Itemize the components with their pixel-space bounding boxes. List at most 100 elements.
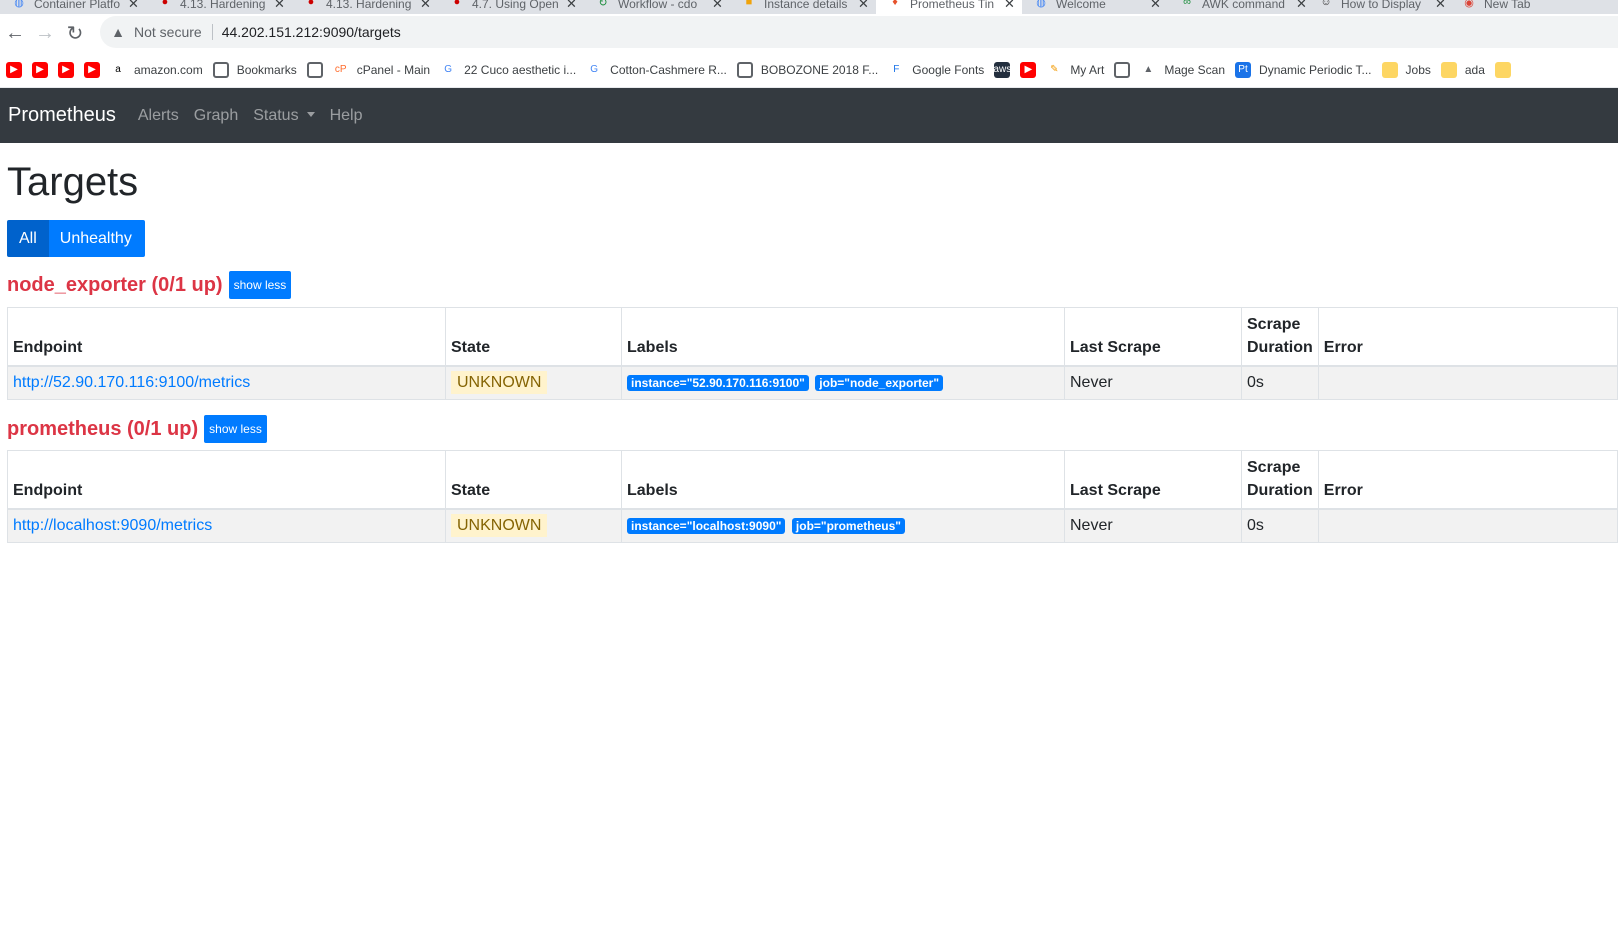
tab-title: Welcome (1056, 0, 1106, 11)
bookmark-label: My Art (1070, 62, 1105, 77)
bookmark-item[interactable]: ▶ (6, 58, 22, 82)
filter-all-button[interactable]: All (7, 220, 49, 257)
google-icon: G (590, 64, 599, 75)
browser-tab-active[interactable]: ♦ Prometheus Tin ✕ (876, 0, 1022, 14)
close-icon[interactable]: ✕ (1296, 0, 1307, 11)
close-icon[interactable]: ✕ (858, 0, 869, 11)
browser-tab[interactable]: ■ Instance details ✕ (730, 0, 876, 14)
scrape-duration-cell: 0s (1241, 508, 1319, 543)
close-icon[interactable]: ✕ (274, 0, 285, 11)
bookmark-item[interactable]: G Cotton-Cashmere R... (586, 58, 727, 82)
targets-table: Endpoint State Labels Last Scrape Scrape… (7, 307, 1618, 400)
close-icon[interactable]: ✕ (1150, 0, 1161, 11)
bookmark-item[interactable]: Pt Dynamic Periodic T... (1235, 58, 1372, 82)
table-header-row: Endpoint State Labels Last Scrape Scrape… (7, 450, 1618, 510)
bookmark-item[interactable]: cP cPanel - Main (333, 58, 430, 82)
bookmark-item[interactable]: aws (993, 58, 1011, 82)
target-filter-group: All Unhealthy (7, 220, 145, 257)
prometheus-navbar: Prometheus Alerts Graph Status Help (0, 88, 1618, 143)
labels-cell: instance="52.90.170.116:9100" job="node_… (621, 365, 1065, 400)
browser-tab[interactable]: ◉ New Tab (1450, 0, 1596, 14)
mage-icon: ▲ (1143, 64, 1154, 75)
bookmark-item[interactable]: G 22 Cuco aesthetic i... (440, 58, 576, 82)
column-header-state: State (445, 450, 622, 510)
endpoint-cell: http://localhost:9090/metrics (7, 508, 446, 543)
browser-tab[interactable]: ● 4.13. Hardening ✕ (292, 0, 438, 14)
back-arrow-icon[interactable]: ← (0, 18, 30, 48)
not-secure-label[interactable]: Not secure (134, 24, 202, 40)
state-badge: UNKNOWN (451, 370, 548, 394)
bookmark-item[interactable] (1114, 58, 1131, 82)
nav-help[interactable]: Help (330, 107, 363, 125)
navbar-brand[interactable]: Prometheus (8, 104, 116, 127)
bookmark-item[interactable]: a amazon.com (110, 58, 202, 82)
page-title: Targets (7, 160, 139, 204)
pool-title[interactable]: node_exporter (0/1 up) (7, 274, 223, 297)
nav-graph[interactable]: Graph (194, 107, 238, 125)
show-less-button[interactable]: show less (228, 271, 292, 299)
close-icon[interactable]: ✕ (1435, 0, 1446, 11)
close-icon[interactable]: ✕ (420, 0, 431, 11)
warning-triangle-icon[interactable]: ▲ (110, 24, 126, 40)
redhat-icon: ● (307, 0, 315, 8)
browser-tab[interactable]: ∞ AWK command ✕ (1168, 0, 1314, 14)
bookmark-item[interactable]: ▶ (84, 58, 100, 82)
bookmarks-bar: ▶ ▶ ▶ ▶ a amazon.com Bookmarks cP cPanel - Main G… (0, 52, 1618, 88)
pool-header: node_exporter (0/1 up) show less (7, 271, 292, 299)
table-row: http://localhost:9090/metrics UNKNOWN in… (7, 508, 1618, 543)
column-header-state: State (445, 307, 622, 367)
bookmark-item[interactable]: Bookmarks (212, 58, 297, 82)
bookmark-label: 22 Cuco aesthetic i... (464, 62, 577, 77)
close-icon[interactable]: ✕ (566, 0, 577, 11)
close-icon[interactable]: ✕ (1004, 0, 1015, 11)
scrape-duration-line2: Duration (1247, 338, 1313, 356)
bookmark-item[interactable]: ▲ Mage Scan (1140, 58, 1225, 82)
bookmark-item[interactable]: ▶ (1020, 58, 1037, 82)
column-header-error: Error (1317, 450, 1618, 510)
globe-icon (212, 61, 229, 78)
bookmark-label: Dynamic Periodic T... (1259, 62, 1372, 77)
column-header-endpoint: Endpoint (7, 450, 446, 510)
filter-unhealthy-button[interactable]: Unhealthy (48, 220, 145, 257)
bookmark-item[interactable]: ✎ My Art (1046, 58, 1104, 82)
browser-tab[interactable]: ● 4.7. Using Open ✕ (438, 0, 584, 14)
column-header-last-scrape: Last Scrape (1064, 307, 1242, 367)
nav-alerts[interactable]: Alerts (138, 107, 179, 125)
last-scrape-cell: Never (1064, 508, 1242, 543)
browser-tab[interactable]: ● 4.13. Hardening ✕ (146, 0, 292, 14)
bookmark-item[interactable]: Jobs (1381, 58, 1431, 82)
forward-arrow-icon[interactable]: → (30, 18, 60, 48)
show-less-button[interactable]: show less (204, 415, 267, 443)
bookmark-label: ada (1464, 62, 1485, 77)
column-header-last-scrape: Last Scrape (1064, 450, 1242, 510)
endpoint-link[interactable]: http://localhost:9090/metrics (13, 517, 212, 534)
scrape-duration-cell: 0s (1241, 365, 1319, 400)
bookmark-item[interactable]: ▶ (32, 58, 48, 82)
bookmark-item[interactable]: F Google Fonts (888, 58, 984, 82)
nav-status-dropdown[interactable]: Status (253, 107, 315, 125)
bookmark-item[interactable]: BOBOZONE 2018 F... (736, 58, 878, 82)
bookmark-item[interactable] (1494, 58, 1511, 82)
tab-title: AWK command (1202, 0, 1285, 11)
bookmark-item[interactable] (306, 58, 323, 82)
error-cell (1317, 365, 1618, 400)
close-icon[interactable]: ✕ (712, 0, 723, 11)
youtube-icon: ▶ (84, 61, 100, 78)
browser-tab[interactable]: ◍ Container Platfo ✕ (0, 0, 146, 14)
state-cell: UNKNOWN (445, 365, 622, 400)
refresh-green-icon: ↻ (598, 0, 608, 9)
pool-title[interactable]: prometheus (0/1 up) (7, 418, 198, 441)
folder-icon (1381, 61, 1398, 78)
browser-tab[interactable]: ☺ How to Display ✕ (1307, 0, 1453, 14)
close-icon[interactable]: ✕ (128, 0, 139, 11)
url-text[interactable]: 44.202.151.212:9090/targets (222, 24, 401, 40)
bookmark-item[interactable]: ada (1440, 58, 1485, 82)
tab-title: How to Display (1341, 0, 1422, 11)
reload-icon[interactable]: ↻ (60, 18, 90, 48)
labels-cell: instance="localhost:9090" job="prometheu… (621, 508, 1065, 543)
bookmark-item[interactable]: ▶ (58, 58, 74, 82)
browser-tab[interactable]: ◍ Welcome ✕ (1022, 0, 1168, 14)
endpoint-link[interactable]: http://52.90.170.116:9100/metrics (13, 374, 250, 391)
address-bar[interactable]: ▲ Not secure 44.202.151.212:9090/targets (100, 16, 1618, 48)
browser-tab[interactable]: ↻ Workflow - cdo ✕ (584, 0, 730, 14)
